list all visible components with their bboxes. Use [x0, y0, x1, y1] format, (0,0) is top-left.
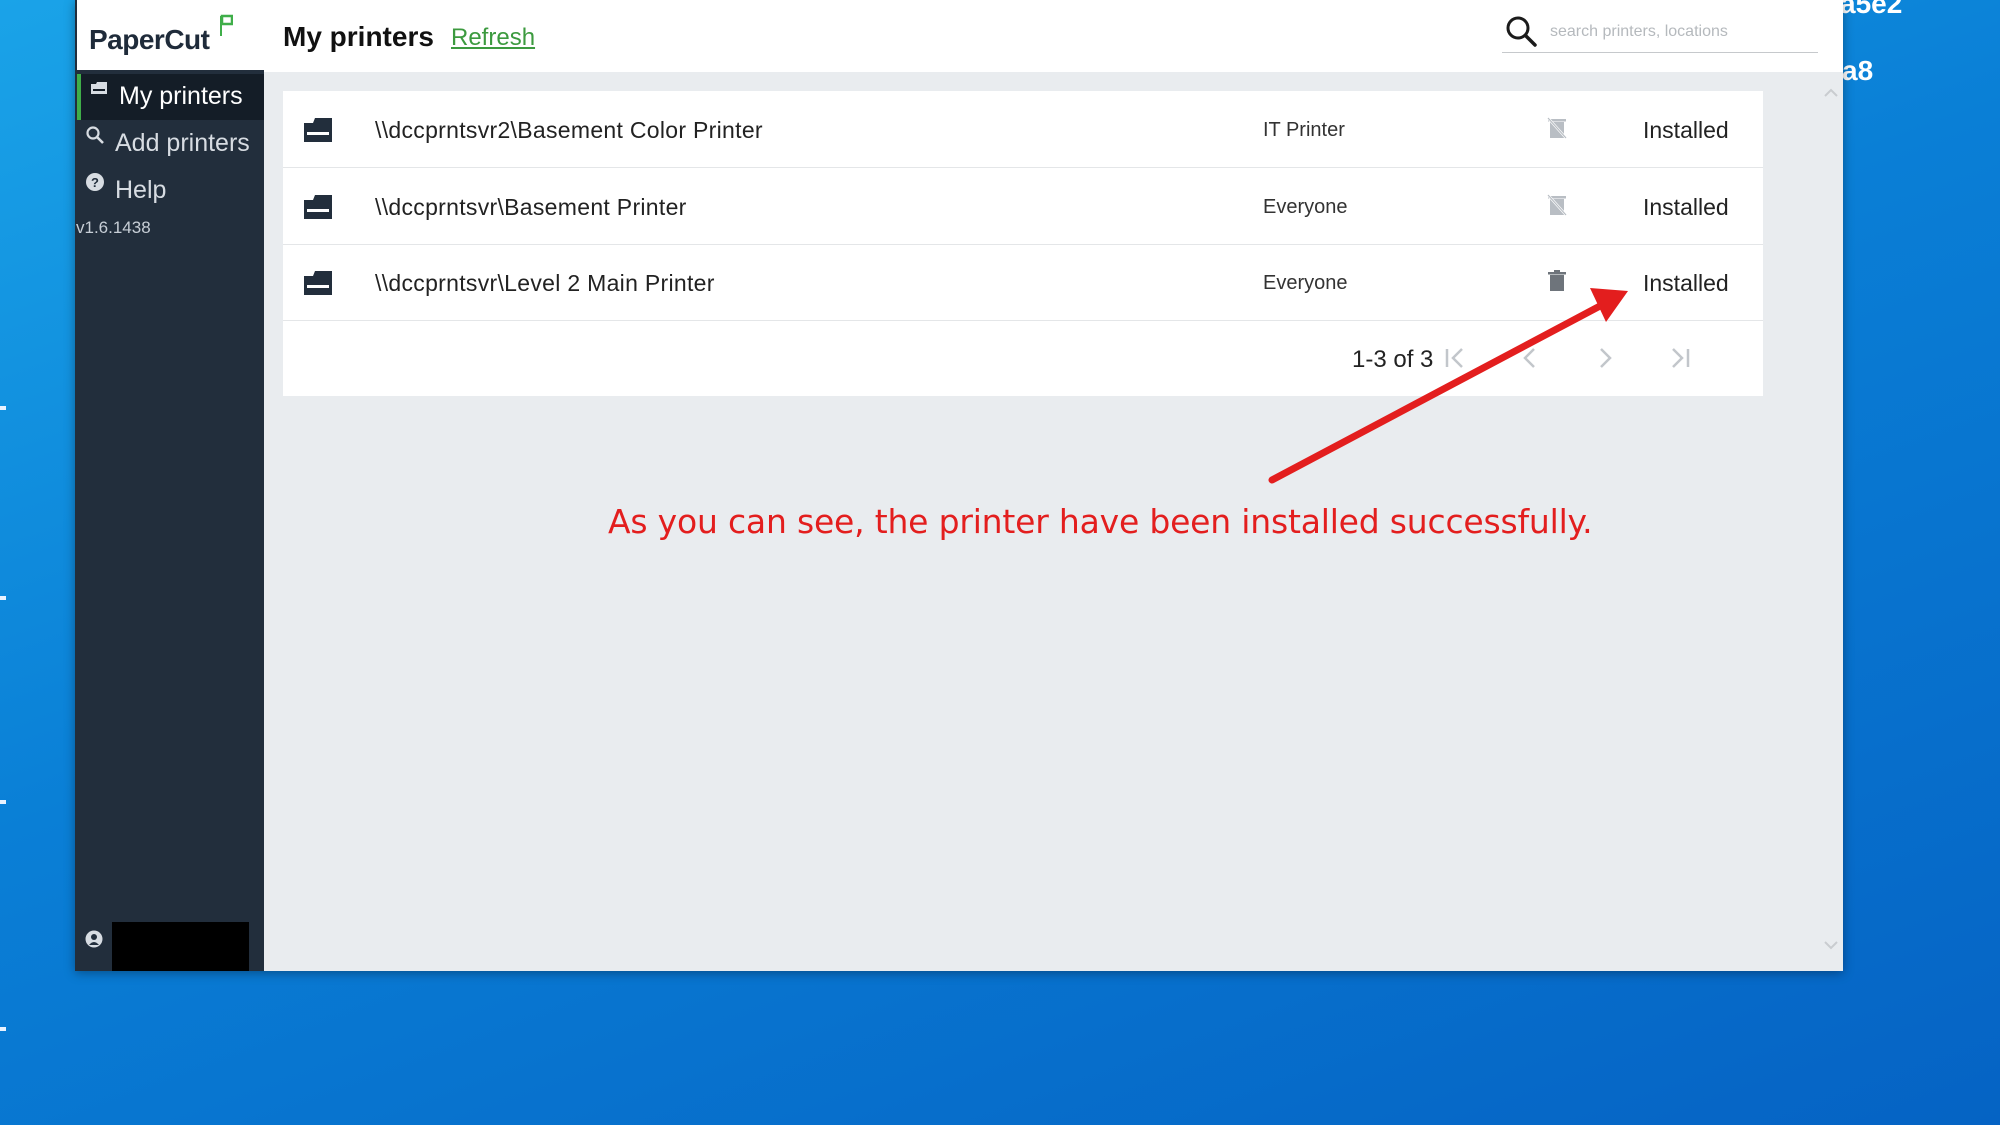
table-row: \\dccprntsvr2\Basement Color Printer IT …	[283, 91, 1763, 168]
last-page-icon[interactable]	[1663, 341, 1697, 375]
search-icon	[86, 126, 104, 144]
sidebar-item-my-printers[interactable]: My printers	[77, 74, 264, 120]
table-row: \\dccprntsvr\Level 2 Main Printer Everyo…	[283, 244, 1763, 321]
main-content: My printers Refresh \\dccprntsvr2\Baseme…	[264, 0, 1843, 971]
refresh-link[interactable]: Refresh	[451, 24, 535, 52]
printer-icon	[91, 82, 107, 94]
next-page-icon[interactable]	[1588, 341, 1622, 375]
search-icon	[1506, 16, 1537, 47]
pagination-range: 1-3 of 3	[1352, 346, 1434, 373]
search-input[interactable]	[1548, 22, 1812, 42]
desktop-icon-fragment	[0, 1027, 6, 1031]
sidebar-item-label: Help	[115, 176, 167, 204]
header-bar: My printers Refresh	[264, 0, 1843, 72]
desktop-icon-fragment	[0, 800, 6, 804]
redacted-username	[112, 922, 249, 971]
sidebar-item-label: Add printers	[115, 129, 250, 157]
sidebar-item-help[interactable]: ? Help	[77, 168, 264, 214]
printers-table: \\dccprntsvr2\Basement Color Printer IT …	[283, 91, 1763, 396]
desktop-label-second: a8	[1842, 55, 1874, 86]
help-icon: ?	[86, 173, 104, 191]
printer-icon	[304, 195, 332, 219]
printer-group: Everyone	[1263, 196, 1348, 218]
logo-flag-icon	[220, 14, 233, 36]
printer-status: Installed	[1643, 194, 1729, 220]
delete-disabled-icon	[1547, 117, 1567, 139]
desktop-icon-fragment	[0, 406, 6, 410]
page-title: My printers	[283, 21, 434, 52]
printer-status: Installed	[1643, 117, 1729, 143]
printer-group: IT Printer	[1263, 119, 1345, 141]
table-row: \\dccprntsvr\Basement Printer Everyone I…	[283, 168, 1763, 245]
printer-name: \\dccprntsvr2\Basement Color Printer	[375, 117, 763, 143]
logo-area: PaperCut	[77, 0, 264, 70]
printer-name: \\dccprntsvr\Level 2 Main Printer	[375, 270, 715, 296]
previous-page-icon[interactable]	[1513, 341, 1547, 375]
first-page-icon[interactable]	[1438, 341, 1472, 375]
user-icon	[85, 930, 103, 948]
printer-group: Everyone	[1263, 272, 1348, 294]
delete-disabled-icon	[1547, 194, 1567, 216]
svg-text:?: ?	[91, 175, 99, 190]
sidebar: PaperCut My printers Add printers ? Help…	[75, 0, 264, 971]
papercut-logo: PaperCut	[89, 24, 210, 55]
printer-name: \\dccprntsvr\Basement Printer	[375, 194, 687, 220]
sidebar-item-add-printers[interactable]: Add printers	[77, 121, 264, 167]
printer-icon	[304, 118, 332, 142]
search-box	[1502, 12, 1818, 53]
printer-status: Installed	[1643, 270, 1729, 296]
version-label: v1.6.1438	[76, 218, 151, 237]
papercut-window: PaperCut My printers Add printers ? Help…	[75, 0, 1843, 971]
sidebar-item-label: My printers	[119, 82, 243, 110]
desktop-icon-fragment	[0, 596, 6, 600]
vertical-scrollbar[interactable]	[1821, 80, 1841, 960]
printer-icon	[304, 271, 332, 295]
annotation-text: As you can see, the printer have been in…	[608, 502, 1593, 541]
delete-icon[interactable]	[1547, 270, 1567, 292]
desktop-label-top: a5e2	[1840, 0, 1903, 19]
